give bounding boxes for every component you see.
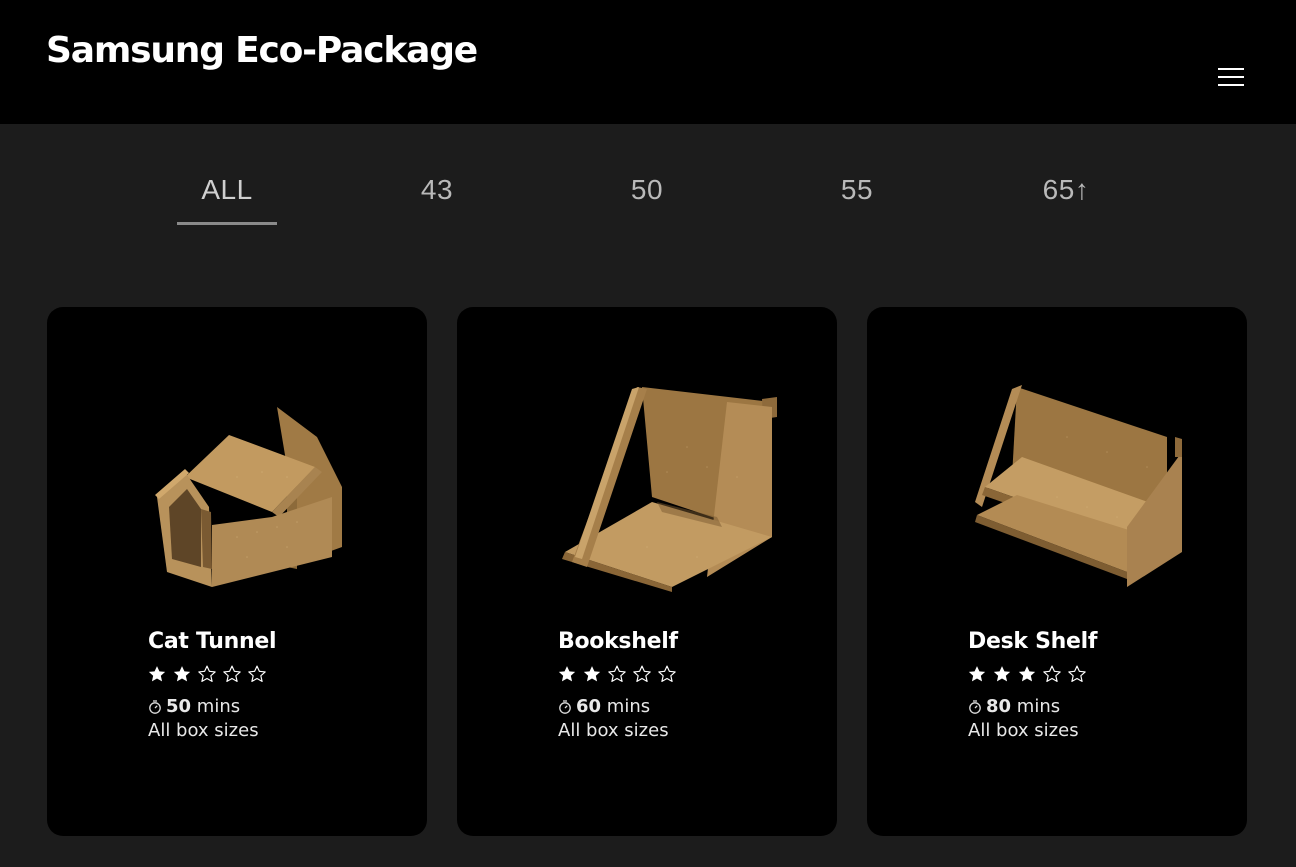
- star-empty-icon: [632, 663, 657, 685]
- menu-line: [1218, 68, 1244, 70]
- site-header: Samsung Eco-Package: [0, 0, 1296, 124]
- product-card-cat-tunnel[interactable]: Cat Tunnel 50 mins All box sizes: [47, 307, 427, 836]
- cardboard-cat-tunnel-image: [137, 377, 377, 597]
- build-time-unit: mins: [1016, 696, 1061, 717]
- menu-line: [1218, 76, 1244, 78]
- hamburger-menu-icon[interactable]: [1212, 62, 1250, 92]
- card-title: Cat Tunnel: [148, 629, 277, 654]
- build-time: 50 mins: [148, 696, 240, 717]
- tab-55[interactable]: 55: [797, 174, 917, 206]
- build-time: 80 mins: [968, 696, 1060, 717]
- star-empty-icon: [247, 663, 272, 685]
- size-filter-tabs: ALL 43 50 55 65↑: [0, 124, 1296, 244]
- tab-65-up[interactable]: 65↑: [1006, 174, 1126, 206]
- timer-icon: [148, 699, 162, 715]
- timer-icon: [558, 699, 572, 715]
- build-time-unit: mins: [196, 696, 241, 717]
- build-time: 60 mins: [558, 696, 650, 717]
- star-filled-icon: [557, 663, 582, 685]
- timer-icon: [968, 699, 982, 715]
- cardboard-desk-shelf-image: [957, 377, 1197, 597]
- menu-line: [1218, 84, 1244, 86]
- star-empty-icon: [1042, 663, 1067, 685]
- build-time-value: 80: [986, 696, 1012, 717]
- brand-logo[interactable]: Samsung Eco-Package: [46, 30, 478, 71]
- star-filled-icon: [1017, 663, 1042, 685]
- product-card-bookshelf[interactable]: Bookshelf 60 mins All box sizes: [457, 307, 837, 836]
- tab-43[interactable]: 43: [377, 174, 497, 206]
- star-empty-icon: [607, 663, 632, 685]
- product-card-desk-shelf[interactable]: Desk Shelf 80 mins All box sizes: [867, 307, 1247, 836]
- star-filled-icon: [147, 663, 172, 685]
- box-size-info: All box sizes: [148, 720, 259, 741]
- star-empty-icon: [1067, 663, 1092, 685]
- build-time-unit: mins: [606, 696, 651, 717]
- difficulty-rating: [967, 663, 1092, 687]
- star-empty-icon: [222, 663, 247, 685]
- box-size-info: All box sizes: [558, 720, 669, 741]
- star-filled-icon: [992, 663, 1017, 685]
- tab-50[interactable]: 50: [587, 174, 707, 206]
- cardboard-bookshelf-image: [547, 377, 787, 597]
- tab-all[interactable]: ALL: [167, 174, 287, 206]
- box-size-info: All box sizes: [968, 720, 1079, 741]
- difficulty-rating: [557, 663, 682, 687]
- card-title: Bookshelf: [558, 629, 678, 654]
- star-filled-icon: [967, 663, 992, 685]
- build-time-value: 60: [576, 696, 602, 717]
- active-tab-indicator: [177, 222, 277, 225]
- star-filled-icon: [172, 663, 197, 685]
- star-empty-icon: [657, 663, 682, 685]
- difficulty-rating: [147, 663, 272, 687]
- build-time-value: 50: [166, 696, 192, 717]
- card-title: Desk Shelf: [968, 629, 1098, 654]
- star-empty-icon: [197, 663, 222, 685]
- star-filled-icon: [582, 663, 607, 685]
